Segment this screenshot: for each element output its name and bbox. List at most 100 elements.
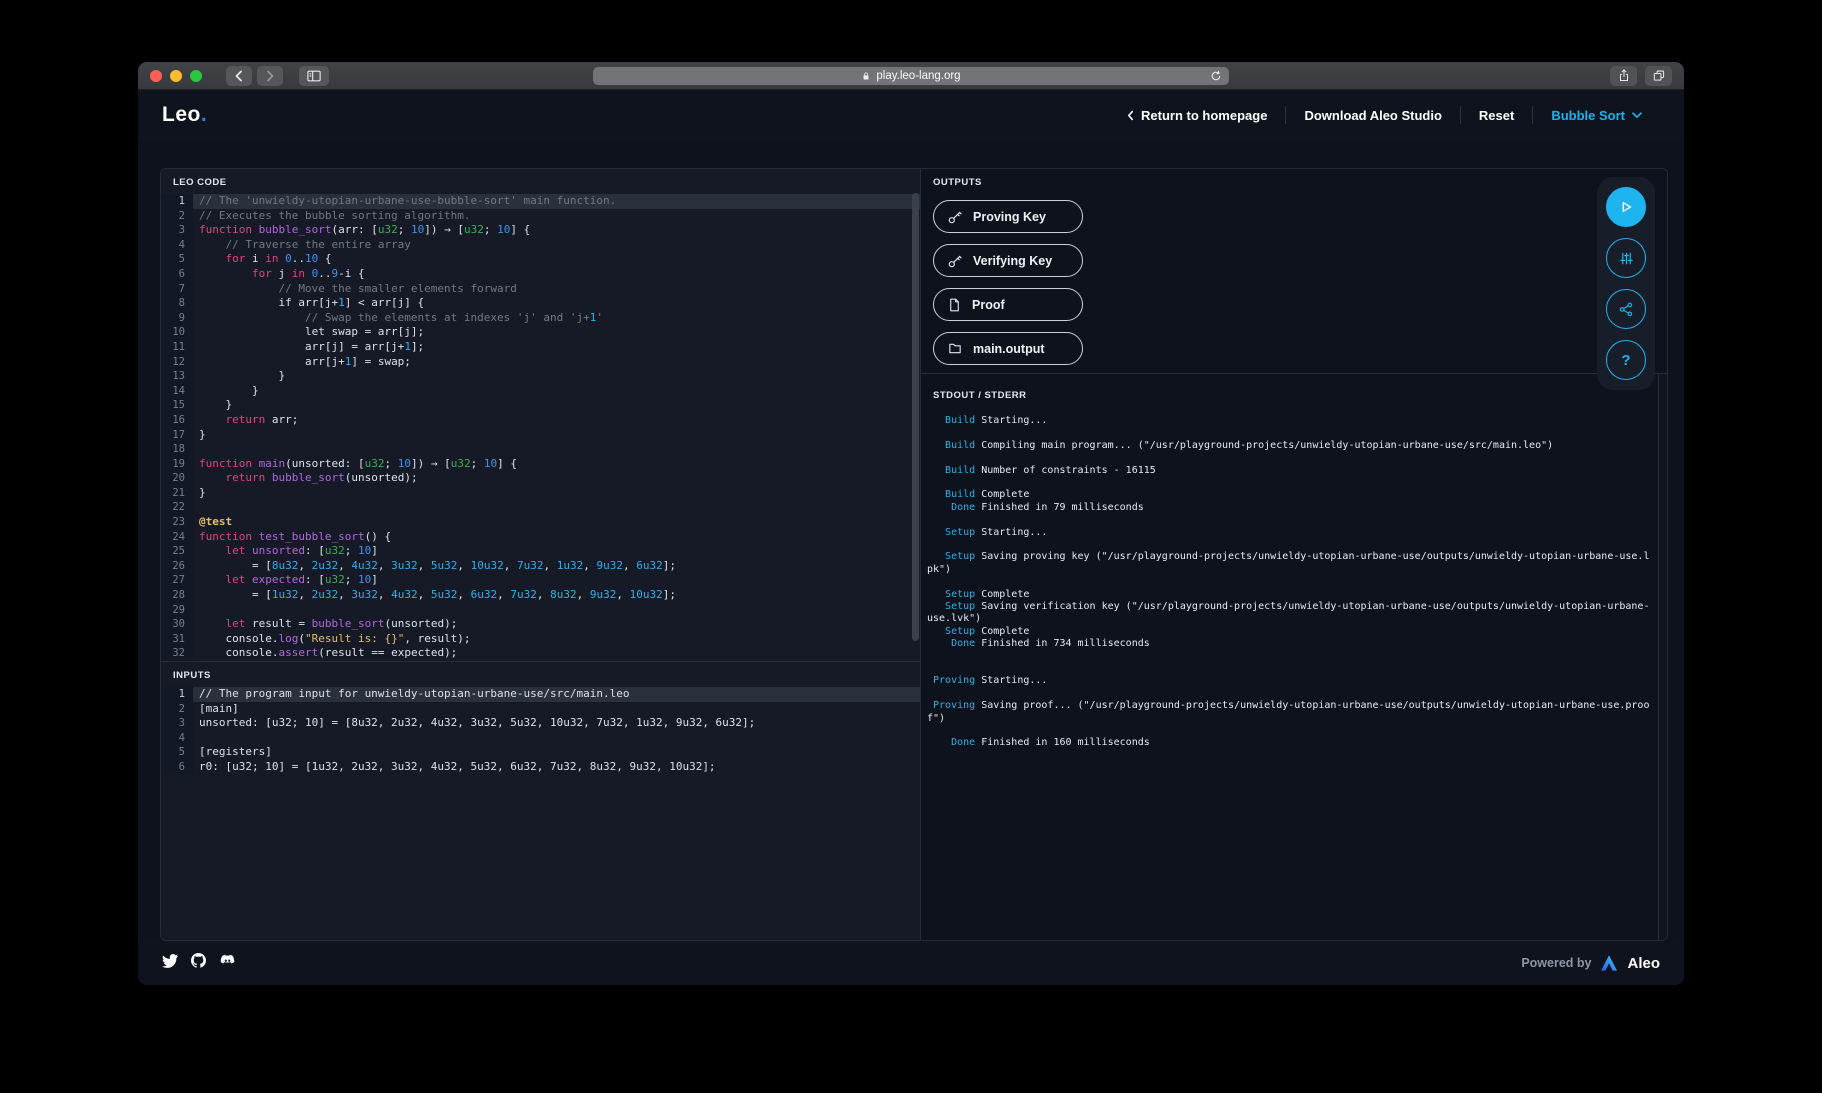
code-line[interactable]: 2 [main] bbox=[161, 701, 920, 717]
code-line[interactable]: 20 return bubble_sort(unsorted); bbox=[161, 471, 920, 486]
main-output-button[interactable]: main.output bbox=[933, 332, 1083, 365]
code-text: @test bbox=[199, 515, 233, 529]
tabs-overview-button[interactable] bbox=[1645, 65, 1672, 86]
line-number: 28 bbox=[161, 588, 193, 603]
inputs-editor[interactable]: 1// The program input for unwieldy-utopi… bbox=[161, 687, 920, 940]
code-scrollbar-thumb[interactable] bbox=[912, 193, 919, 641]
question-mark-icon: ? bbox=[1621, 351, 1631, 369]
twitter-icon bbox=[162, 953, 178, 968]
log-stage-label: Done bbox=[927, 737, 976, 749]
settings-button[interactable] bbox=[1606, 238, 1646, 278]
main-panel: LEO CODE 1// The 'unwieldy-utopian-urban… bbox=[160, 168, 1668, 941]
maximize-window-button[interactable] bbox=[190, 69, 202, 82]
twitter-link[interactable] bbox=[162, 953, 178, 973]
code-line[interactable]: 18 bbox=[161, 442, 920, 457]
code-line[interactable]: 12 arr[j+1] = swap; bbox=[161, 354, 920, 370]
download-aleo-studio-link[interactable]: Download Aleo Studio bbox=[1286, 108, 1459, 123]
code-line[interactable]: 6 for j in 0..9-i { bbox=[161, 266, 920, 282]
close-window-button[interactable] bbox=[150, 69, 162, 82]
code-line[interactable]: 1// The program input for unwieldy-utopi… bbox=[161, 687, 920, 702]
sidebar-toggle-button[interactable] bbox=[299, 65, 329, 86]
chevron-down-icon bbox=[1632, 111, 1642, 118]
code-line[interactable]: 2 // Executes the bubble sorting algorith… bbox=[161, 208, 920, 224]
example-select-dropdown[interactable]: Bubble Sort bbox=[1533, 108, 1660, 123]
tabs-icon bbox=[1653, 70, 1664, 81]
browser-window: play.leo-lang.org Leo. Return to homepag… bbox=[138, 62, 1684, 985]
code-line[interactable]: 17} bbox=[161, 427, 920, 443]
code-line[interactable]: 32 console.assert(result == expected); bbox=[161, 646, 920, 661]
code-line[interactable]: 28 = [1u32, 2u32, 3u32, 4u32, 5u32, 6u32… bbox=[161, 588, 920, 603]
aleo-brand-text: Aleo bbox=[1627, 954, 1660, 972]
line-number: 1 bbox=[161, 194, 193, 209]
github-link[interactable] bbox=[191, 953, 206, 973]
discord-link[interactable] bbox=[219, 954, 236, 972]
run-button[interactable] bbox=[1606, 187, 1646, 227]
code-line[interactable]: 15 } bbox=[161, 398, 920, 413]
code-line[interactable]: 10 let swap = arr[j]; bbox=[161, 325, 920, 340]
code-line[interactable]: 13 } bbox=[161, 369, 920, 384]
code-line[interactable]: 29 bbox=[161, 602, 920, 618]
proof-button[interactable]: Proof bbox=[933, 288, 1083, 321]
code-line[interactable]: 1// The 'unwieldy-utopian-urbane-use-bub… bbox=[161, 194, 920, 209]
code-text: // Swap the elements at indexes 'j' and … bbox=[304, 310, 603, 324]
code-text: [main] bbox=[199, 701, 239, 715]
code-line[interactable]: 19 function main(unsorted: [u32; 10]) → [… bbox=[161, 456, 920, 472]
code-line[interactable]: 4 // Traverse the entire array bbox=[161, 237, 920, 253]
code-line[interactable]: 16 return arr; bbox=[161, 412, 920, 428]
code-line[interactable]: 5 [registers] bbox=[161, 745, 920, 760]
code-line[interactable]: 26 = [8u32, 2u32, 4u32, 3u32, 5u32, 10u3… bbox=[161, 558, 920, 574]
code-line[interactable]: 8 if arr[j+1] < arr[j] { bbox=[161, 296, 920, 311]
url-text: play.leo-lang.org bbox=[876, 70, 961, 82]
line-number: 11 bbox=[161, 339, 193, 355]
proving-key-button[interactable]: Proving Key bbox=[933, 200, 1083, 233]
code-line[interactable]: 11 arr[j] = arr[j+1]; bbox=[161, 339, 920, 355]
code-line[interactable]: 4 bbox=[161, 730, 920, 746]
code-line[interactable]: 14 } bbox=[161, 383, 920, 399]
line-number: 1 bbox=[161, 687, 193, 702]
code-line[interactable]: 21} bbox=[161, 485, 920, 501]
chevron-left-icon bbox=[235, 70, 242, 81]
url-bar[interactable]: play.leo-lang.org bbox=[593, 67, 1229, 85]
code-line[interactable]: 23 @test bbox=[161, 515, 920, 530]
code-line[interactable]: 3 function bubble_sort(arr: [u32; 10]) → … bbox=[161, 223, 920, 238]
leo-logo[interactable]: Leo. bbox=[162, 103, 207, 127]
line-number: 22 bbox=[161, 500, 193, 516]
code-text: return bubble_sort(unsorted); bbox=[225, 471, 418, 485]
code-line[interactable]: 24 function test_bubble_sort() { bbox=[161, 529, 920, 545]
powered-by-aleo[interactable]: Powered by Aleo bbox=[1521, 954, 1660, 973]
reset-button[interactable]: Reset bbox=[1461, 108, 1532, 123]
verifying-key-button[interactable]: Verifying Key bbox=[933, 244, 1083, 277]
minimize-window-button[interactable] bbox=[170, 69, 182, 82]
help-button[interactable]: ? bbox=[1606, 340, 1646, 380]
share-page-button[interactable] bbox=[1610, 65, 1637, 86]
forward-button[interactable] bbox=[257, 65, 283, 86]
leo-code-editor[interactable]: 1// The 'unwieldy-utopian-urbane-use-bub… bbox=[161, 194, 920, 661]
return-homepage-link[interactable]: Return to homepage bbox=[1109, 108, 1285, 123]
code-text: for j in 0..9-i { bbox=[251, 266, 365, 280]
line-number: 26 bbox=[161, 558, 193, 574]
code-line[interactable]: 9 // Swap the elements at indexes 'j' an… bbox=[161, 310, 920, 326]
log-line: Proving Saving proof... ("/usr/playgroun… bbox=[927, 700, 1650, 724]
line-number: 17 bbox=[161, 427, 193, 443]
line-number: 21 bbox=[161, 485, 193, 501]
code-line[interactable]: 7 // Move the smaller elements forward bbox=[161, 281, 920, 297]
folder-icon bbox=[949, 343, 961, 354]
code-line[interactable]: 27 let expected: [u32; 10] bbox=[161, 573, 920, 589]
log-scrollbar[interactable] bbox=[1658, 374, 1667, 940]
code-line[interactable]: 6 r0: [u32; 10] = [1u32, 2u32, 3u32, 4u32… bbox=[161, 759, 920, 775]
share-button[interactable] bbox=[1606, 289, 1646, 329]
code-line[interactable]: 31 console.log("Result is: {}", result); bbox=[161, 631, 920, 647]
code-line[interactable]: 25 let unsorted: [u32; 10] bbox=[161, 544, 920, 559]
code-line[interactable]: 3 unsorted: [u32; 10] = [8u32, 2u32, 4u32… bbox=[161, 716, 920, 731]
log-stage-label: Build bbox=[927, 415, 976, 426]
back-button[interactable] bbox=[226, 65, 252, 86]
code-line[interactable]: 5 for i in 0..10 { bbox=[161, 252, 920, 267]
code-line[interactable]: 30 let result = bubble_sort(unsorted); bbox=[161, 617, 920, 632]
code-text: let unsorted: [u32; 10] bbox=[225, 544, 378, 558]
reload-button[interactable] bbox=[1210, 70, 1222, 85]
line-number: 31 bbox=[161, 631, 193, 647]
log-line: Build Starting... bbox=[927, 415, 1048, 426]
code-line[interactable]: 22 bbox=[161, 500, 920, 516]
